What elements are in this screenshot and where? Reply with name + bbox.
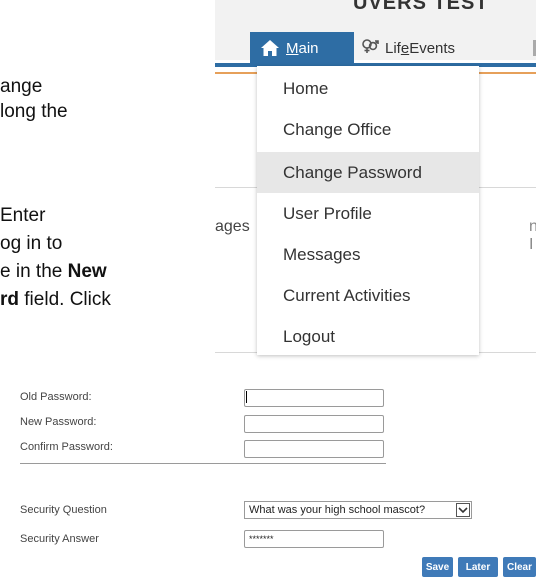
chevron-down-icon[interactable]	[456, 503, 470, 517]
doc-text-line-5: e in the New	[0, 261, 107, 283]
nav-main-label: ain	[298, 39, 319, 57]
menu-item-user-profile[interactable]: User Profile	[257, 193, 479, 234]
menu-item-current-activities[interactable]: Current Activities	[257, 275, 479, 316]
text-caret	[246, 391, 247, 403]
new-password-label: New Password:	[20, 416, 97, 428]
doc-text-line-1: ange	[0, 76, 43, 97]
menu-item-messages[interactable]: Messages	[257, 234, 479, 275]
confirm-password-label: Confirm Password:	[20, 441, 113, 453]
security-question-value: What was your high school mascot?	[249, 504, 426, 516]
partial-tab-text-right: n I	[529, 218, 536, 253]
menu-item-home[interactable]: Home	[257, 68, 479, 109]
security-question-select[interactable]: What was your high school mascot?	[244, 501, 472, 519]
security-question-label: Security Question	[20, 504, 107, 516]
menu-item-change-office[interactable]: Change Office	[257, 109, 479, 150]
doc-text-plain: e in the	[0, 261, 63, 282]
nav-life-label-b: Events	[409, 39, 456, 57]
new-password-input[interactable]	[244, 415, 384, 433]
gender-icon	[361, 38, 379, 58]
old-password-label: Old Password:	[20, 391, 92, 403]
security-answer-label: Security Answer	[20, 533, 99, 545]
form-divider	[20, 463, 386, 464]
partial-tab-text-left: ages	[215, 218, 250, 235]
nav-life-events-menu[interactable]: Lif e Events	[361, 32, 455, 64]
old-password-input[interactable]	[244, 389, 384, 407]
security-answer-input[interactable]: *******	[244, 530, 384, 548]
main-dropdown-menu: Home Change Office Change Password User …	[257, 66, 479, 355]
doc-text-line-6: rd field. Click	[0, 289, 111, 311]
confirm-password-input[interactable]	[244, 440, 384, 458]
doc-text-plain-click: field. Click	[24, 289, 111, 310]
clear-button[interactable]: Clear	[503, 557, 536, 577]
doc-text-bold-new: New	[67, 261, 107, 282]
nav-life-label-a: Lif	[385, 39, 401, 57]
menu-item-logout[interactable]: Logout	[257, 316, 479, 357]
nav-main-underlined-letter: M	[286, 39, 299, 57]
home-icon	[260, 39, 280, 57]
later-button[interactable]: Later	[458, 557, 498, 577]
save-button[interactable]: Save	[422, 557, 453, 577]
doc-text-bold-rd: rd	[0, 289, 19, 310]
nav-life-underlined-letter: e	[400, 39, 410, 57]
menu-item-change-password[interactable]: Change Password	[257, 152, 479, 193]
nav-main-menu[interactable]: Main	[250, 32, 354, 64]
doc-text-line-2: long the	[0, 101, 68, 122]
doc-text-line-4: og in to	[0, 233, 63, 254]
app-title: UVERS TEST	[353, 0, 489, 14]
doc-text-line-3: Enter	[0, 205, 46, 226]
